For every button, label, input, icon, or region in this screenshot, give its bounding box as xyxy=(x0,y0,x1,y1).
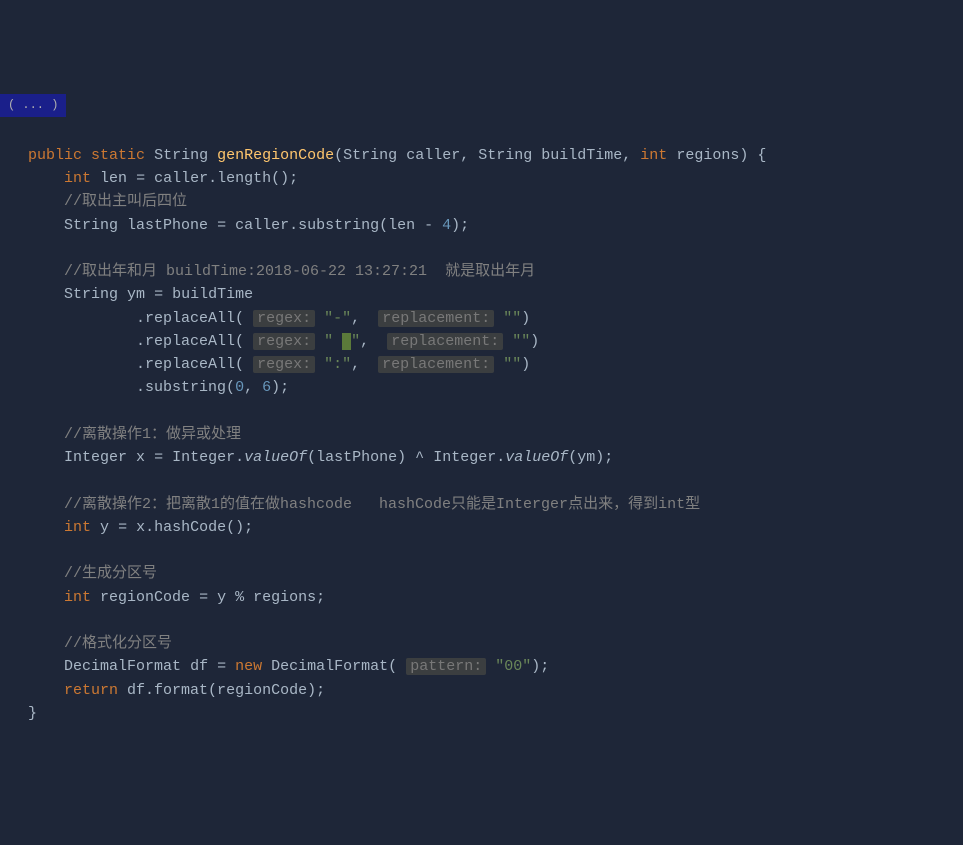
param-hint: replacement: xyxy=(378,356,494,373)
text-cursor xyxy=(342,333,351,350)
code-line: //离散操作1：做异或处理 xyxy=(10,426,241,443)
param-hint: regex: xyxy=(253,310,315,327)
param-hint: replacement: xyxy=(387,333,503,350)
code-line: int regionCode = y % regions; xyxy=(10,589,325,606)
code-line: int y = x.hashCode(); xyxy=(10,519,253,536)
code-line: String lastPhone = caller.substring(len … xyxy=(10,217,469,234)
code-editor[interactable]: public static String genRegionCode(Strin… xyxy=(0,117,963,730)
code-line: Integer x = Integer.valueOf(lastPhone) ^… xyxy=(10,449,613,466)
code-line: //取出主叫后四位 xyxy=(10,193,187,210)
code-line: .replaceAll( regex: "-", replacement: ""… xyxy=(10,310,530,327)
param-hint: regex: xyxy=(253,333,315,350)
code-line: //取出年和月 buildTime:2018-06-22 13:27:21 就是… xyxy=(10,263,535,280)
code-line: //生成分区号 xyxy=(10,565,157,582)
code-line: .replaceAll( regex: " ", replacement: ""… xyxy=(10,333,539,350)
code-line: //离散操作2：把离散1的值在做hashcode hashCode只能是Inte… xyxy=(10,496,700,513)
code-line: .substring(0, 6); xyxy=(10,379,289,396)
code-line: .replaceAll( regex: ":", replacement: ""… xyxy=(10,356,530,373)
param-hint: pattern: xyxy=(406,658,486,675)
breadcrumb[interactable]: ( ... ) xyxy=(0,94,66,117)
code-line: public static String genRegionCode(Strin… xyxy=(10,147,766,164)
code-line: String ym = buildTime xyxy=(10,286,253,303)
code-line: DecimalFormat df = new DecimalFormat( pa… xyxy=(10,658,549,675)
code-line: return df.format(regionCode); xyxy=(10,682,325,699)
code-line: int len = caller.length(); xyxy=(10,170,298,187)
param-hint: replacement: xyxy=(378,310,494,327)
code-line: } xyxy=(10,705,37,722)
code-line: //格式化分区号 xyxy=(10,635,172,652)
param-hint: regex: xyxy=(253,356,315,373)
